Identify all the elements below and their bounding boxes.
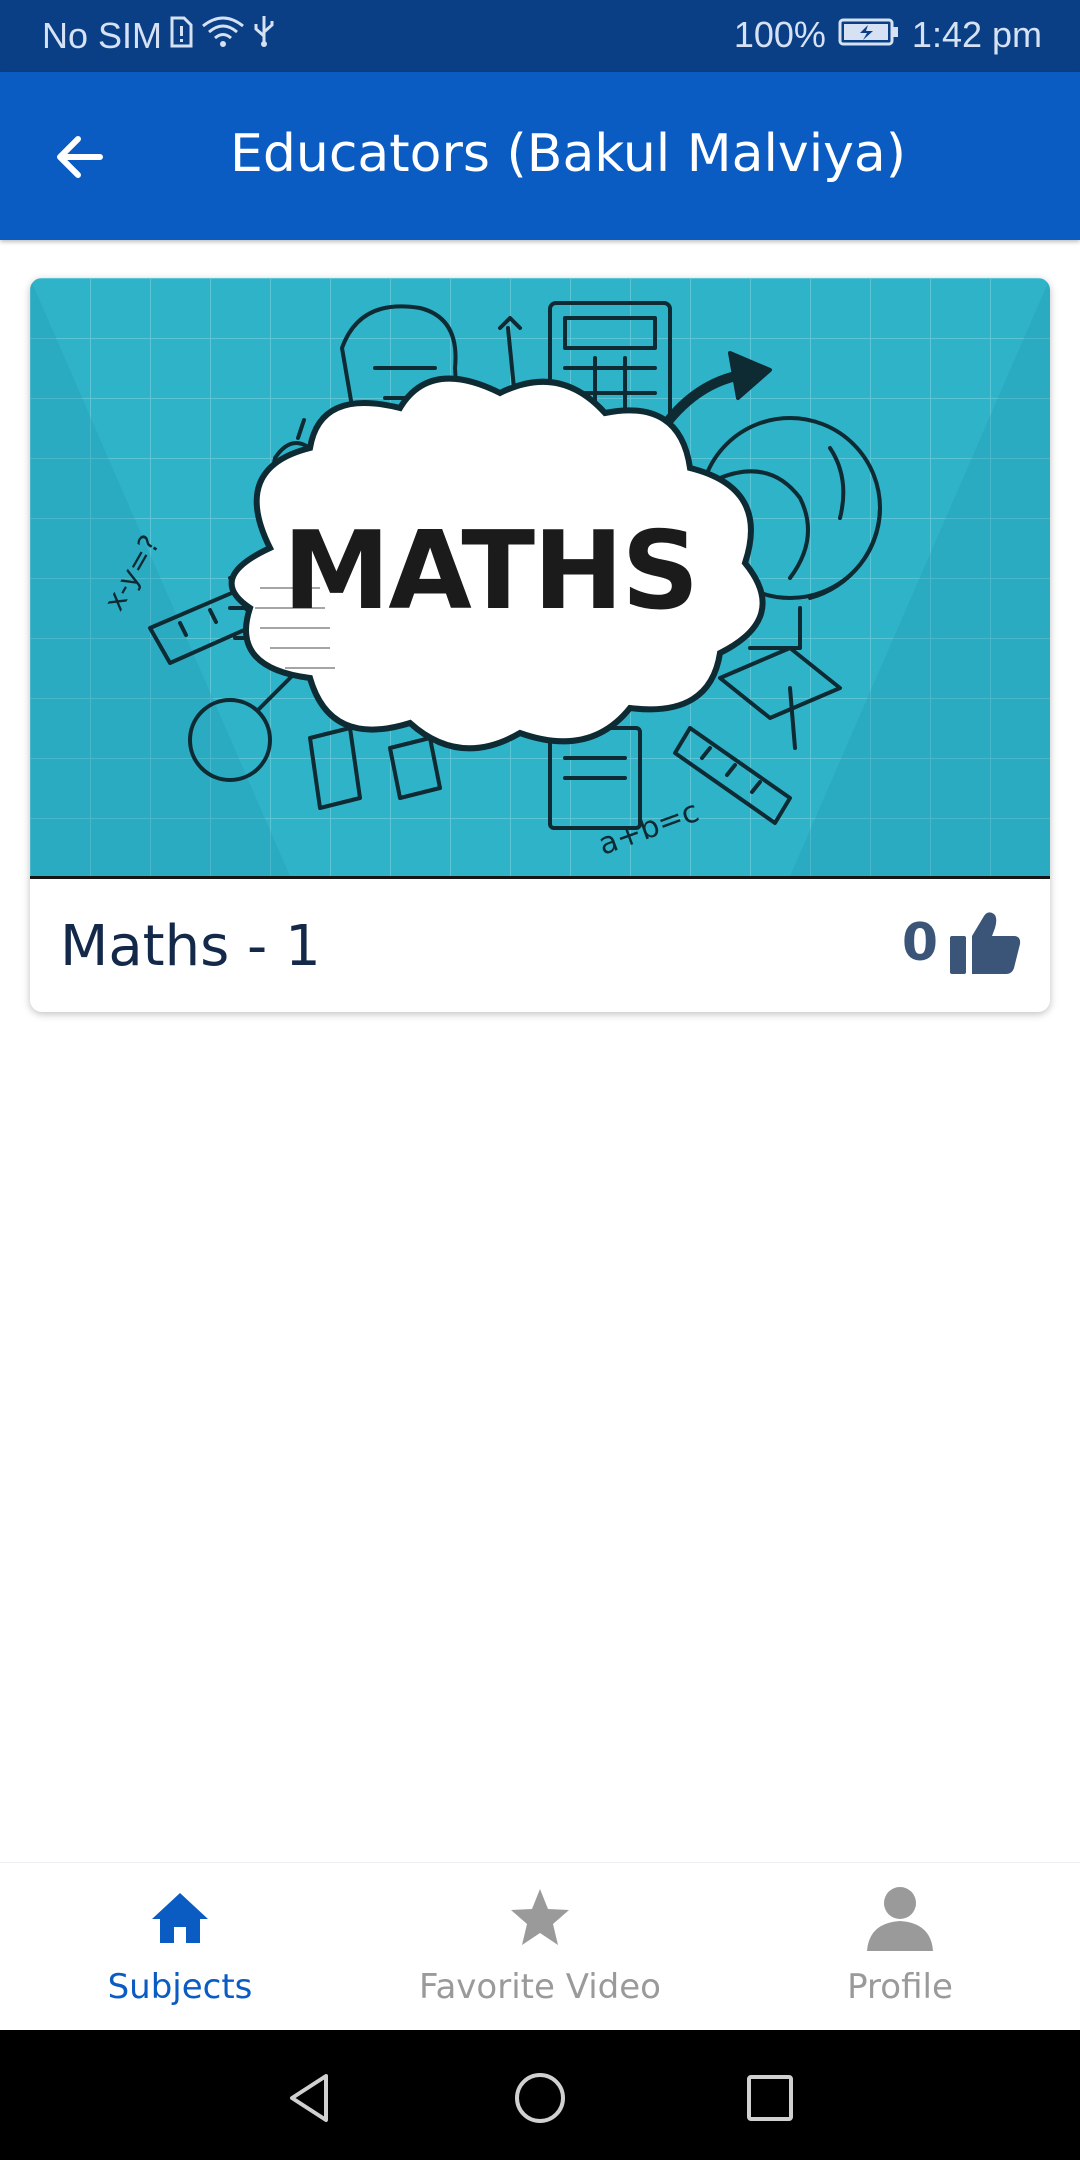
nav-subjects-label: Subjects (107, 1967, 253, 2007)
video-card[interactable]: x-y=? a+b=c MATHS Maths - 1 0 (30, 278, 1050, 1012)
page-title: Educators (Bakul Malviya) (230, 124, 907, 184)
battery-percent: 100% (733, 14, 826, 55)
wifi-icon (200, 14, 246, 57)
nav-favorite-video[interactable]: Favorite Video (360, 1863, 720, 2031)
person-icon (867, 1887, 933, 1951)
clock-time: 1:42 pm (911, 14, 1042, 55)
nav-profile-label: Profile (847, 1967, 953, 2007)
app-bar: Educators (Bakul Malviya) (0, 72, 1080, 240)
star-icon (511, 1889, 569, 1945)
video-thumbnail[interactable]: x-y=? a+b=c MATHS (30, 278, 1050, 879)
nav-subjects[interactable]: Subjects (0, 1863, 360, 2031)
like-button[interactable]: 0 (902, 910, 1022, 976)
sim-alert-icon (168, 15, 194, 57)
thumbs-up-icon (950, 912, 1021, 974)
system-back-button[interactable] (282, 2070, 338, 2126)
system-navigation-bar (0, 2030, 1080, 2160)
square-recents-icon (747, 2075, 793, 2121)
nav-profile[interactable]: Profile (720, 1863, 1080, 2031)
maths-thumbnail-image: x-y=? a+b=c MATHS (30, 278, 1050, 876)
nav-favorite-label: Favorite Video (419, 1967, 661, 2007)
usb-icon (252, 14, 276, 57)
circle-home-icon (515, 2073, 565, 2123)
carrier-text: No SIM (42, 14, 163, 56)
like-count: 0 (901, 913, 938, 973)
status-bar: No SIM 100% 1:42 pm (0, 0, 1080, 72)
back-button[interactable] (50, 127, 110, 187)
triangle-back-icon (290, 2074, 328, 2122)
thumbnail-title: MATHS (283, 509, 698, 634)
battery-charging-icon (838, 14, 900, 56)
home-icon (152, 1893, 208, 1943)
system-home-button[interactable] (512, 2070, 568, 2126)
system-recents-button[interactable] (742, 2070, 798, 2126)
bottom-navigation: Subjects Favorite Video Profile (0, 1862, 1080, 2031)
video-title: Maths - 1 (60, 914, 321, 979)
arrow-back-icon (57, 136, 103, 178)
